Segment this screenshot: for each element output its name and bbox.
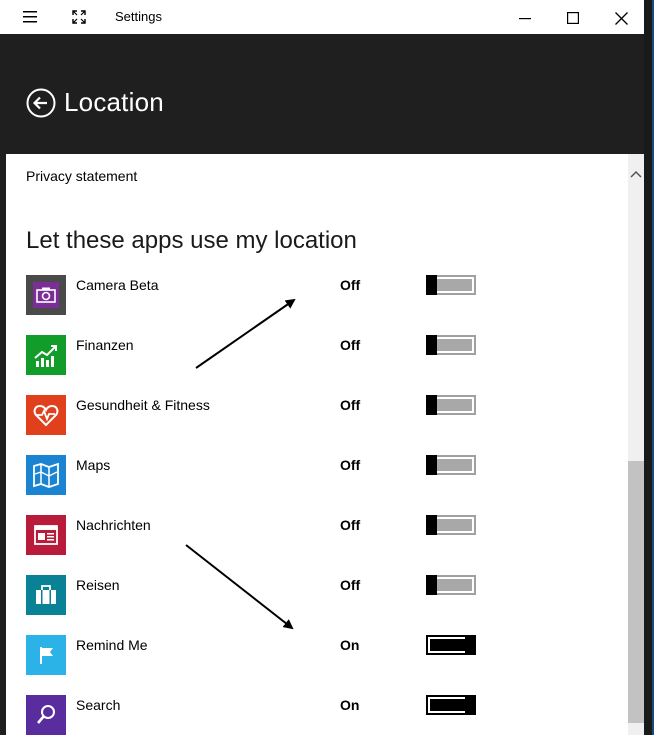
page-header: Location [6,34,644,154]
maximize-icon [567,12,579,24]
page-title: Location [64,87,164,117]
settings-window: Settings Location Privacy statement Let … [0,0,654,735]
window-title: Settings [115,9,162,24]
app-row-nachrichten: Nachrichten Off [26,515,626,575]
app-name: Remind Me [76,637,148,653]
app-row-finanzen: Finanzen Off [26,335,626,395]
app-row-maps: Maps Off [26,455,626,515]
location-toggle[interactable] [426,635,476,655]
app-name: Nachrichten [76,517,151,533]
app-row-camera-beta: Camera Beta Off [26,275,626,335]
back-arrow-icon [26,88,56,118]
toggle-state-label: On [340,637,360,653]
heart-pulse-icon [26,395,66,435]
toggle-state-label: Off [340,397,361,413]
toggle-state-label: Off [340,277,361,293]
minimize-icon [519,18,531,20]
section-title: Let these apps use my location [26,227,357,254]
window-frame-right [644,0,654,735]
app-name: Maps [76,457,111,473]
hamburger-menu-icon[interactable] [20,8,40,26]
location-toggle[interactable] [426,395,476,415]
suitcase-icon [26,575,66,615]
location-toggle[interactable] [426,515,476,535]
app-row-remind-me: Remind Me On [26,635,626,695]
back-button[interactable] [26,88,56,118]
flag-icon [26,635,66,675]
toggle-state-label: Off [340,517,361,533]
toggle-state-label: Off [340,457,361,473]
scroll-thumb[interactable] [628,461,644,723]
expand-icon[interactable] [69,8,89,26]
close-button[interactable] [611,8,631,28]
app-name: Reisen [76,577,120,593]
minimize-button[interactable] [515,8,535,28]
location-toggle[interactable] [426,335,476,355]
toggle-state-label: Off [340,577,361,593]
title-bar: Settings [0,0,644,34]
app-name: Camera Beta [76,277,159,293]
app-name: Gesundheit & Fitness [76,397,210,413]
location-toggle[interactable] [426,695,476,715]
settings-content: Privacy statement Let these apps use my … [6,154,628,735]
map-icon [26,455,66,495]
privacy-statement-link[interactable]: Privacy statement [26,168,137,184]
chevron-up-icon [630,170,642,178]
chart-icon [26,335,66,375]
app-row-search: Search On [26,695,626,735]
app-name: Finanzen [76,337,134,353]
location-toggle[interactable] [426,575,476,595]
maximize-button[interactable] [563,8,583,28]
app-row-reisen: Reisen Off [26,575,626,635]
search-icon [26,695,66,735]
vertical-scrollbar[interactable] [628,154,644,735]
close-icon [614,11,628,25]
toggle-state-label: On [340,697,360,713]
camera-icon [26,275,66,315]
location-toggle[interactable] [426,455,476,475]
newspaper-icon [26,515,66,555]
toggle-state-label: Off [340,337,361,353]
location-toggle[interactable] [426,275,476,295]
app-row-gesundheit-fitness: Gesundheit & Fitness Off [26,395,626,455]
app-name: Search [76,697,121,713]
scroll-up-button[interactable] [628,166,644,182]
